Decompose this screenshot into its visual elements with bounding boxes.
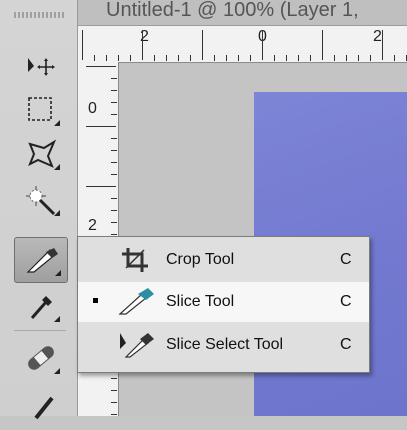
submenu-indicator bbox=[54, 316, 60, 322]
ruler-tick bbox=[154, 55, 155, 61]
ruler-tick bbox=[190, 55, 191, 61]
panel-grip[interactable] bbox=[14, 12, 64, 18]
ruler-tick bbox=[250, 55, 251, 61]
menu-item-label: Slice Select Tool bbox=[166, 336, 284, 353]
ruler-tick bbox=[111, 234, 117, 235]
submenu-indicator bbox=[54, 120, 60, 126]
ruler-tick bbox=[111, 78, 117, 79]
ruler-tick bbox=[94, 55, 95, 61]
magic-wand-tool-button[interactable] bbox=[16, 178, 66, 222]
ruler-tick bbox=[111, 114, 117, 115]
ruler-tick bbox=[166, 55, 167, 61]
eyedropper-tool-button[interactable] bbox=[16, 284, 66, 328]
move-tool-button[interactable] bbox=[16, 44, 66, 88]
document-tab[interactable]: Untitled-1 @ 100% (Layer 1, bbox=[78, 0, 407, 26]
ruler-tick bbox=[111, 390, 117, 391]
lasso-tool-button[interactable] bbox=[16, 132, 66, 176]
ruler-tick bbox=[86, 66, 116, 67]
brush-tool-button[interactable] bbox=[16, 386, 66, 430]
ruler-tick bbox=[298, 55, 299, 61]
menu-item-slice-select-tool[interactable]: Slice Select Tool C bbox=[78, 325, 369, 365]
submenu-indicator bbox=[55, 270, 61, 276]
ruler-tick bbox=[86, 186, 116, 187]
ruler-tick bbox=[226, 55, 227, 61]
submenu-indicator bbox=[54, 368, 60, 374]
ruler-tick bbox=[310, 55, 311, 61]
ruler-tick bbox=[178, 55, 179, 61]
menu-item-label: Crop Tool bbox=[166, 251, 235, 268]
ruler-label: 2 bbox=[88, 217, 97, 234]
ruler-tick bbox=[111, 102, 117, 103]
menu-item-shortcut: C bbox=[340, 336, 352, 353]
ruler-tick bbox=[130, 55, 131, 61]
ruler-tick bbox=[358, 55, 359, 61]
ruler-tick bbox=[111, 198, 117, 199]
current-tool-indicator bbox=[93, 298, 98, 303]
ruler-tick bbox=[214, 55, 215, 61]
ruler-tick bbox=[262, 30, 263, 60]
slice-icon bbox=[118, 288, 154, 315]
ruler-tick bbox=[111, 222, 117, 223]
ruler-tick bbox=[111, 150, 117, 151]
ruler-tick bbox=[111, 138, 117, 139]
crop-icon bbox=[122, 248, 148, 272]
menu-item-shortcut: C bbox=[340, 251, 352, 268]
slice-tool-button[interactable] bbox=[14, 237, 68, 283]
submenu-indicator bbox=[54, 210, 60, 216]
menu-item-shortcut: C bbox=[340, 293, 352, 310]
ruler-tick bbox=[111, 90, 117, 91]
ruler-tick bbox=[118, 55, 119, 61]
tools-panel bbox=[0, 0, 78, 420]
ruler-tick bbox=[274, 55, 275, 61]
move-icon bbox=[28, 58, 55, 76]
ruler-tick bbox=[382, 30, 383, 60]
divider bbox=[14, 330, 66, 331]
ruler-tick bbox=[394, 55, 395, 61]
ruler-tick bbox=[370, 55, 371, 61]
menu-item-label: Slice Tool bbox=[166, 293, 235, 310]
menu-item-slice-tool[interactable]: Slice Tool C bbox=[78, 282, 369, 322]
ruler-label: 0 bbox=[88, 100, 97, 117]
ruler-tick bbox=[142, 30, 143, 60]
tool-flyout-menu: Crop Tool C Slice Tool C Slice Select To… bbox=[77, 236, 370, 373]
menu-item-crop-tool[interactable]: Crop Tool C bbox=[78, 240, 369, 280]
brush-icon bbox=[34, 396, 54, 420]
ruler-tick bbox=[82, 30, 83, 60]
ruler-tick bbox=[334, 55, 335, 61]
ruler-tick bbox=[111, 402, 117, 403]
ruler-tick bbox=[202, 30, 203, 60]
ruler-tick bbox=[111, 174, 117, 175]
ruler-tick bbox=[322, 30, 323, 60]
ruler-tick bbox=[346, 55, 347, 61]
healing-brush-tool-button[interactable] bbox=[16, 336, 66, 380]
ruler-tick bbox=[111, 378, 117, 379]
ruler-tick bbox=[111, 162, 117, 163]
marquee-tool-button[interactable] bbox=[16, 88, 66, 132]
ruler-tick bbox=[111, 210, 117, 211]
ruler-tick bbox=[86, 126, 116, 127]
ruler-tick bbox=[238, 55, 239, 61]
ruler-tick bbox=[111, 414, 117, 415]
submenu-indicator bbox=[54, 164, 60, 170]
horizontal-ruler[interactable]: 2 0 2 bbox=[78, 26, 407, 63]
ruler-tick bbox=[106, 55, 107, 61]
document-title: Untitled-1 @ 100% (Layer 1, bbox=[106, 0, 359, 21]
ruler-label: 2 bbox=[373, 28, 382, 45]
slice-select-icon bbox=[120, 333, 154, 358]
ruler-tick bbox=[286, 55, 287, 61]
